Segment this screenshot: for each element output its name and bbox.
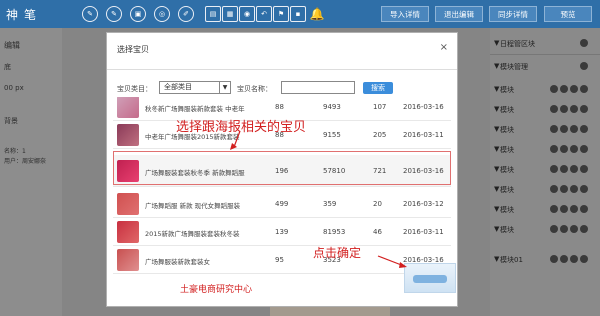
watermark-text: 土豪电商研究中心 bbox=[180, 285, 253, 295]
arrow-head-icon bbox=[230, 143, 237, 150]
select-product-annotation: 选择跟海报相关的宝贝 bbox=[176, 120, 307, 135]
editor-app: 神笔 ✎ ✎ ▣ ◎ ✐ ▤ ▦ ◉ ↶ ⚑ ▪ 🔔 导入详情 退出编辑 同步详… bbox=[0, 0, 600, 316]
arrow-head-icon bbox=[399, 262, 407, 268]
confirm-annotation: 点击确定 bbox=[313, 246, 362, 260]
annotation-arrows bbox=[230, 130, 407, 268]
